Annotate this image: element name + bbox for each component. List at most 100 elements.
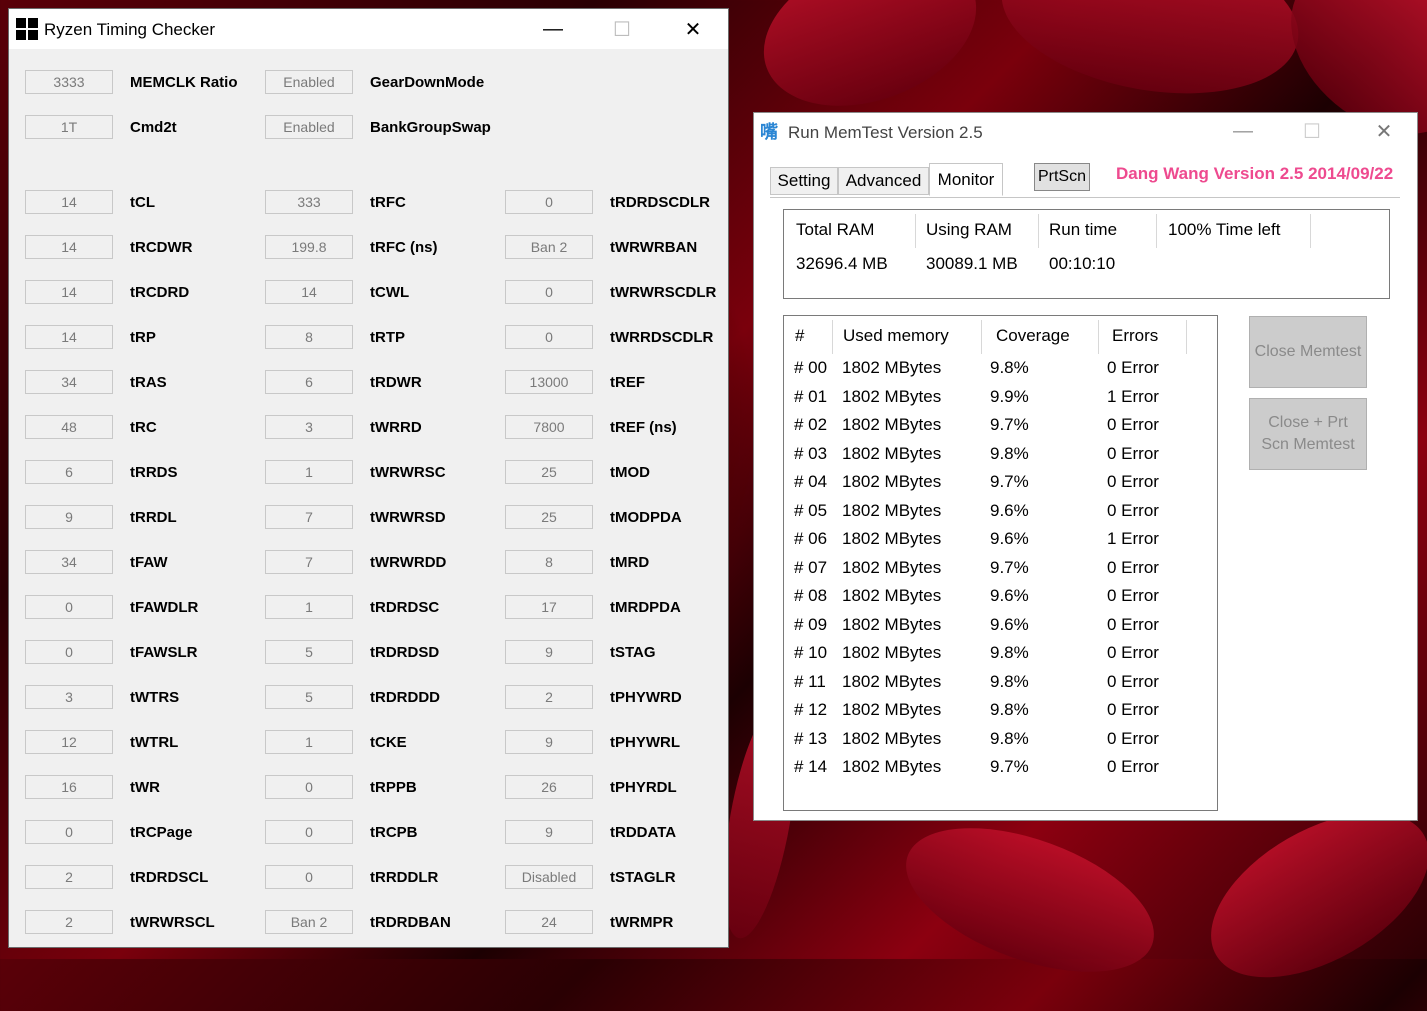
timing-label: tWRWRSD: [370, 509, 446, 526]
prtscn-button[interactable]: PrtScn: [1034, 163, 1090, 191]
used-memory: 1802 MBytes: [842, 757, 942, 776]
list-item[interactable]: # 07 1802 MBytes 9.7% 0 Error: [784, 558, 1214, 586]
used-memory: 1802 MBytes: [842, 700, 942, 719]
used-memory: 1802 MBytes: [842, 358, 942, 377]
thread-id: # 07: [794, 557, 828, 577]
timing-label: tRDRDDD: [370, 689, 440, 706]
timing-value-box: 1T: [25, 115, 113, 139]
errors: 0 Error: [1107, 643, 1159, 662]
timing-label: tWRRD: [370, 419, 422, 436]
tab-monitor[interactable]: Monitor: [929, 163, 1003, 196]
thread-id: # 12: [794, 700, 828, 719]
timing-label: tREF (ns): [610, 419, 677, 436]
maximize-button[interactable]: ☐: [1289, 111, 1335, 151]
timing-value-box: 5: [265, 640, 353, 664]
list-item[interactable]: # 02 1802 MBytes 9.7% 0 Error: [784, 415, 1214, 443]
timing-value-box: 3: [265, 415, 353, 439]
errors: 0 Error: [1107, 757, 1159, 776]
used-memory: 1802 MBytes: [842, 728, 942, 748]
coverage: 9.8%: [990, 643, 1029, 662]
used-memory: 1802 MBytes: [842, 415, 942, 434]
timing-label: tRP: [130, 329, 156, 346]
used-memory: 1802 MBytes: [842, 443, 942, 463]
list-item[interactable]: # 10 1802 MBytes 9.8% 0 Error: [784, 643, 1214, 671]
list-item[interactable]: # 03 1802 MBytes 9.8% 0 Error: [784, 444, 1214, 472]
timing-label: tREF: [610, 374, 645, 391]
list-item[interactable]: # 05 1802 MBytes 9.6% 0 Error: [784, 501, 1214, 529]
timing-value-box: 7: [265, 550, 353, 574]
timing-label: Cmd2t: [130, 119, 177, 136]
column-divider: [832, 320, 833, 354]
close-memtest-button[interactable]: Close Memtest: [1249, 316, 1367, 388]
timing-value-box: 1: [265, 460, 353, 484]
timing-value-box: 5: [265, 685, 353, 709]
thread-id: # 05: [794, 500, 828, 520]
timing-label: tWRWRDD: [370, 554, 447, 571]
timing-label: GearDownMode: [370, 74, 485, 91]
list-item[interactable]: # 01 1802 MBytes 9.9% 1 Error: [784, 387, 1214, 415]
timing-value-box: 0: [25, 595, 113, 619]
run-time-value: 00:10:10: [1049, 254, 1116, 273]
tab-advanced[interactable]: Advanced: [838, 167, 929, 195]
minimize-button[interactable]: —: [530, 9, 576, 49]
tab-setting[interactable]: Setting: [770, 167, 838, 195]
timing-value-box: 6: [265, 370, 353, 394]
title-bar[interactable]: 嘴 Run MemTest Version 2.5 — ☐ ✕: [754, 113, 1417, 151]
timing-value-box: 0: [25, 640, 113, 664]
list-item[interactable]: # 06 1802 MBytes 9.6% 1 Error: [784, 529, 1214, 557]
close-button[interactable]: ✕: [1361, 111, 1407, 151]
timing-value-box: 14: [265, 280, 353, 304]
app-logo-icon: [16, 18, 38, 40]
timing-label: tRRDL: [130, 509, 177, 526]
timing-label: tWRRDSCDLR: [610, 329, 714, 346]
coverage: 9.6%: [990, 529, 1029, 548]
title-bar[interactable]: Ryzen Timing Checker — ☐ ✕: [9, 9, 728, 49]
used-memory: 1802 MBytes: [842, 386, 942, 406]
timing-value-box: 34: [25, 370, 113, 394]
timing-value-box: 25: [505, 460, 593, 484]
timing-label: tRC: [130, 419, 157, 436]
timing-label: tFAWDLR: [130, 599, 199, 616]
timing-value-box: 14: [25, 190, 113, 214]
column-divider: [1098, 320, 1099, 354]
timing-value-box: 14: [25, 235, 113, 259]
used-memory: 1802 MBytes: [842, 500, 942, 520]
list-item[interactable]: # 11 1802 MBytes 9.8% 0 Error: [784, 672, 1214, 700]
version-label: Dang Wang Version 2.5 2014/09/22: [1116, 164, 1394, 183]
list-item[interactable]: # 09 1802 MBytes 9.6% 0 Error: [784, 615, 1214, 643]
timing-label: tRCPB: [370, 824, 418, 841]
summary-header: Total RAM: [796, 220, 875, 239]
memtest-icon: 嘴: [760, 122, 778, 142]
timing-label: tWRWRSCL: [130, 914, 215, 931]
list-item[interactable]: # 08 1802 MBytes 9.6% 0 Error: [784, 586, 1214, 614]
close-button[interactable]: ✕: [670, 9, 716, 49]
timing-value-box: 333: [265, 190, 353, 214]
coverage: 9.7%: [990, 472, 1029, 491]
timing-label: tWRMPR: [610, 914, 674, 931]
errors: 0 Error: [1107, 671, 1159, 691]
memory-thread-list[interactable]: # Used memory Coverage Errors # 00 1802 M…: [783, 315, 1218, 811]
timing-value-box: 0: [25, 820, 113, 844]
timing-value-box: 7800: [505, 415, 593, 439]
list-header: #: [795, 326, 805, 345]
timing-value-box: 9: [505, 640, 593, 664]
used-memory: 1802 MBytes: [842, 472, 942, 491]
list-item[interactable]: # 00 1802 MBytes 9.8% 0 Error: [784, 358, 1214, 386]
list-item[interactable]: # 14 1802 MBytes 9.7% 0 Error: [784, 757, 1214, 785]
list-item[interactable]: # 12 1802 MBytes 9.8% 0 Error: [784, 700, 1214, 728]
errors: 0 Error: [1107, 557, 1159, 577]
list-item[interactable]: # 13 1802 MBytes 9.8% 0 Error: [784, 729, 1214, 757]
timing-value-box: 2: [25, 910, 113, 934]
timing-label: MEMCLK Ratio: [130, 74, 238, 91]
timing-label: tRCDRD: [130, 284, 190, 301]
timing-label: tRCPage: [130, 824, 193, 841]
errors: 0 Error: [1107, 700, 1159, 719]
maximize-button[interactable]: ☐: [599, 9, 645, 49]
timing-label: tRRDDLR: [370, 869, 439, 886]
minimize-button[interactable]: —: [1220, 111, 1266, 151]
close-prtscn-memtest-button[interactable]: Close + Prt Scn Memtest: [1249, 398, 1367, 470]
window-title: Ryzen Timing Checker: [44, 20, 216, 39]
timing-label: tWR: [130, 779, 160, 796]
list-item[interactable]: # 04 1802 MBytes 9.7% 0 Error: [784, 472, 1214, 500]
errors: 1 Error: [1107, 529, 1159, 548]
